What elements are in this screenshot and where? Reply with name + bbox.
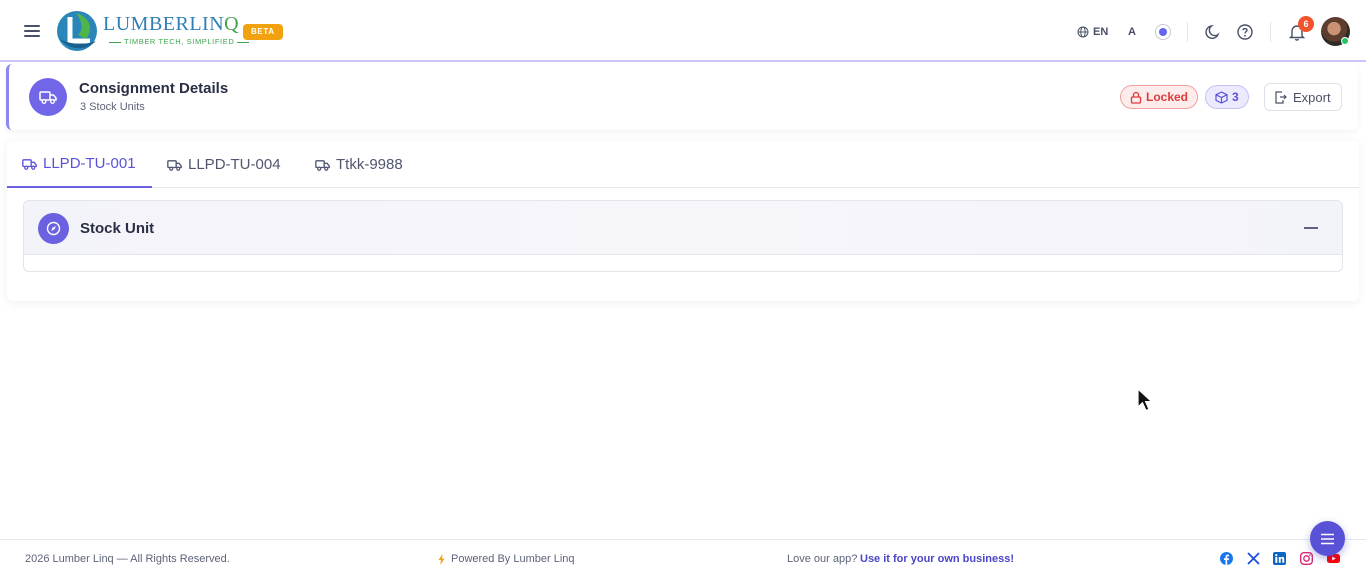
top-header: LUMBERLINQ TIMBER TECH, SIMPLIFIED BETA … bbox=[0, 0, 1366, 62]
tab-label: Ttkk-9988 bbox=[336, 156, 403, 173]
truck-icon bbox=[315, 159, 330, 171]
export-label: Export bbox=[1293, 89, 1331, 105]
globe-icon bbox=[1077, 26, 1089, 38]
truck-icon bbox=[167, 159, 182, 171]
moon-icon[interactable] bbox=[1204, 23, 1222, 41]
linkedin-icon[interactable] bbox=[1273, 552, 1286, 565]
tab-llpd-tu-004[interactable]: LLPD-TU-004 bbox=[152, 141, 296, 188]
language-label: EN bbox=[1093, 26, 1109, 38]
tab-label: LLPD-TU-001 bbox=[43, 155, 136, 172]
locked-status-badge: Locked bbox=[1120, 85, 1199, 109]
stock-unit-header[interactable]: Stock Unit bbox=[24, 201, 1342, 255]
powered-by-text: Powered By Lumber Linq bbox=[451, 553, 575, 565]
export-button[interactable]: Export bbox=[1264, 83, 1342, 111]
section-title: Stock Unit bbox=[80, 220, 155, 237]
divider bbox=[1270, 22, 1271, 42]
floating-menu-button[interactable] bbox=[1310, 521, 1345, 556]
language-selector[interactable]: EN bbox=[1077, 24, 1108, 40]
facebook-icon[interactable] bbox=[1220, 552, 1233, 565]
page-title: Consignment Details bbox=[79, 80, 229, 97]
beta-badge: BETA bbox=[243, 24, 283, 40]
instagram-icon[interactable] bbox=[1300, 552, 1313, 565]
tab-label: LLPD-TU-004 bbox=[188, 156, 281, 173]
export-icon bbox=[1275, 90, 1287, 104]
business-cta-link[interactable]: Use it for your own business! bbox=[860, 553, 1014, 565]
footer: 2026 Lumber Linq — All Rights Reserved. … bbox=[0, 539, 1366, 577]
tab-llpd-tu-001[interactable]: LLPD-TU-001 bbox=[7, 141, 152, 188]
stock-unit-count: 3 Stock Units bbox=[80, 101, 145, 113]
font-size-toggle[interactable]: A bbox=[1128, 24, 1136, 40]
compass-icon bbox=[38, 213, 69, 244]
help-icon[interactable] bbox=[1236, 23, 1254, 41]
theme-color-picker[interactable] bbox=[1155, 24, 1171, 40]
collapse-icon[interactable] bbox=[1304, 227, 1318, 229]
box-icon bbox=[1215, 90, 1228, 104]
list-icon bbox=[1321, 533, 1334, 544]
consignment-details-card: Consignment Details 3 Stock Units Locked… bbox=[6, 64, 1358, 130]
powered-by: Powered By Lumber Linq bbox=[438, 553, 575, 565]
locked-label: Locked bbox=[1146, 90, 1189, 104]
mouse-cursor-icon bbox=[1137, 388, 1154, 412]
love-text: Love our app? bbox=[787, 553, 858, 565]
stock-unit-section: Stock Unit bbox=[23, 200, 1343, 272]
menu-icon[interactable] bbox=[24, 24, 40, 38]
brand-name: LUMBERLINQ bbox=[103, 13, 240, 35]
online-status-dot bbox=[1341, 37, 1349, 45]
logo-mark-icon bbox=[57, 11, 97, 51]
truck-icon bbox=[29, 78, 67, 116]
notification-badge: 6 bbox=[1298, 16, 1314, 32]
units-count: 3 bbox=[1232, 90, 1239, 104]
brand-tagline: TIMBER TECH, SIMPLIFIED bbox=[106, 37, 252, 46]
stock-units-panel: LLPD-TU-001 LLPD-TU-004 Ttkk-9988 Stock … bbox=[7, 141, 1359, 301]
copyright-text: 2026 Lumber Linq — All Rights Reserved. bbox=[25, 553, 230, 565]
lock-icon bbox=[1130, 91, 1142, 104]
bolt-icon bbox=[438, 553, 445, 565]
tab-bar: LLPD-TU-001 LLPD-TU-004 Ttkk-9988 bbox=[7, 141, 1359, 188]
truck-icon bbox=[22, 158, 37, 170]
units-count-badge: 3 bbox=[1205, 85, 1249, 109]
x-icon[interactable] bbox=[1247, 552, 1260, 565]
brand-logo[interactable]: LUMBERLINQ TIMBER TECH, SIMPLIFIED bbox=[56, 9, 240, 53]
divider bbox=[1187, 22, 1188, 42]
tab-ttkk-9988[interactable]: Ttkk-9988 bbox=[300, 141, 418, 188]
